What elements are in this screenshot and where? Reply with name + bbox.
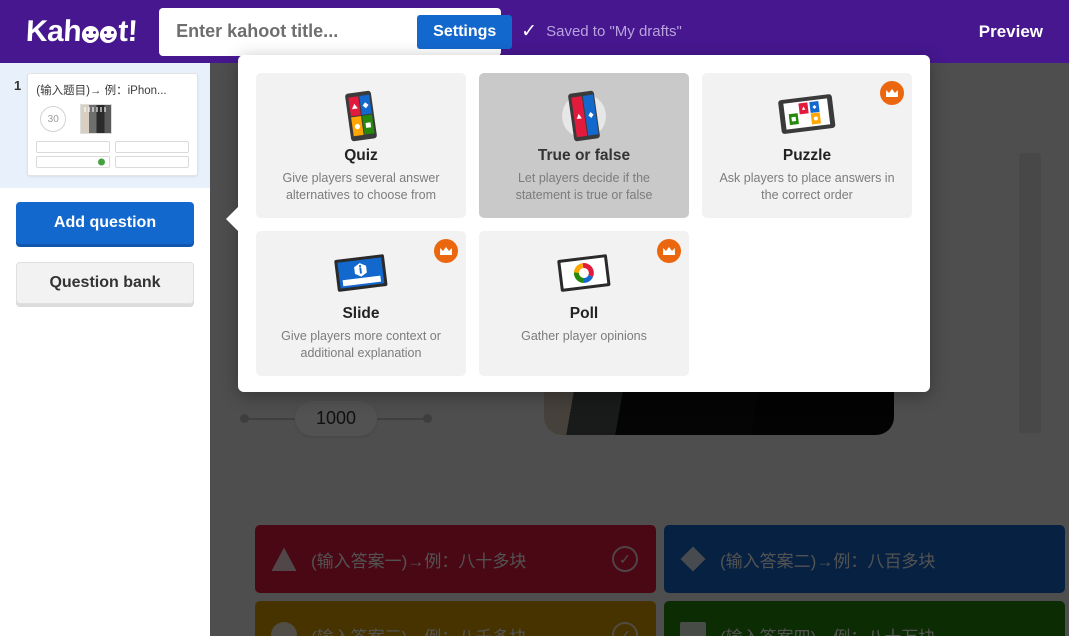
app-header: Kah t! Settings ✓ Saved to "My drafts" P… xyxy=(0,0,1069,63)
thumbnail-answer-grid xyxy=(36,141,189,168)
puzzle-description: Ask players to place answers in the corr… xyxy=(719,171,895,202)
thumbnail-answer-1 xyxy=(36,141,111,153)
kahoot-creator-app: 1000 i Remove xyxy=(0,0,1069,636)
question-thumbnail-card[interactable]: (输入题目)→ 例：iPhon... 30 xyxy=(27,73,198,176)
preview-button[interactable]: Preview xyxy=(979,22,1043,42)
slide-title: Slide xyxy=(342,305,380,322)
crown-icon xyxy=(434,239,458,263)
true-false-tablet-icon xyxy=(556,87,612,145)
slide-description: Give players more context or additional … xyxy=(281,329,441,360)
title-field-group: Settings xyxy=(159,7,513,56)
slide-info-icon xyxy=(330,245,392,303)
question-type-dropdown: Quiz Give players several answer alterna… xyxy=(226,55,930,392)
save-status: ✓ Saved to "My drafts" xyxy=(521,22,682,41)
thumbnail-answer-2 xyxy=(115,141,189,153)
question-timer-badge: 30 xyxy=(40,106,67,132)
question-type-true-false[interactable]: True or false Let players decide if the … xyxy=(479,73,689,218)
add-question-button[interactable]: Add question xyxy=(16,202,194,244)
question-thumbnail-title: (输入题目)→ 例：iPhon... xyxy=(36,85,167,97)
question-type-poll[interactable]: Poll Gather player opinions xyxy=(479,231,689,376)
crown-icon xyxy=(880,81,904,105)
quiz-tablet-icon xyxy=(335,87,387,145)
question-index: 1 xyxy=(14,78,22,93)
kahoot-logo[interactable]: Kah t! xyxy=(25,15,138,49)
poll-title: Poll xyxy=(569,305,599,322)
quiz-title: Quiz xyxy=(344,147,378,164)
crown-icon xyxy=(657,239,681,263)
settings-button[interactable]: Settings xyxy=(417,14,513,49)
question-thumbnail-image xyxy=(80,104,113,134)
question-sidebar: 1 (输入题目)→ 例：iPhon... 30 Add question Que… xyxy=(0,63,210,636)
poll-donut-icon xyxy=(553,245,615,303)
kahoot-title-input[interactable] xyxy=(159,21,418,42)
true-false-title: True or false xyxy=(537,147,631,164)
dropdown-caret-icon xyxy=(226,205,240,233)
save-status-text: Saved to "My drafts" xyxy=(546,23,682,40)
poll-description: Gather player opinions xyxy=(521,329,647,343)
logo-faces-icon xyxy=(81,25,118,42)
type-card-empty-slot xyxy=(702,231,912,376)
true-false-description: Let players decide if the statement is t… xyxy=(515,171,653,202)
question-bank-button[interactable]: Question bank xyxy=(16,262,194,304)
checkmark-icon: ✓ xyxy=(521,21,538,42)
thumbnail-answer-3 xyxy=(36,156,111,168)
quiz-description: Give players several answer alternatives… xyxy=(282,171,440,202)
puzzle-title: Puzzle xyxy=(782,147,832,164)
question-type-puzzle[interactable]: Puzzle Ask players to place answers in t… xyxy=(702,73,912,218)
logo-text-left: Kah xyxy=(25,14,83,48)
thumbnail-answer-4 xyxy=(115,156,189,168)
question-type-slide[interactable]: Slide Give players more context or addit… xyxy=(256,231,466,376)
logo-text-right: t! xyxy=(117,14,139,48)
question-slot-1[interactable]: 1 (输入题目)→ 例：iPhon... 30 xyxy=(0,63,210,188)
question-type-quiz[interactable]: Quiz Give players several answer alterna… xyxy=(256,73,466,218)
puzzle-tablet-icon xyxy=(774,87,840,145)
